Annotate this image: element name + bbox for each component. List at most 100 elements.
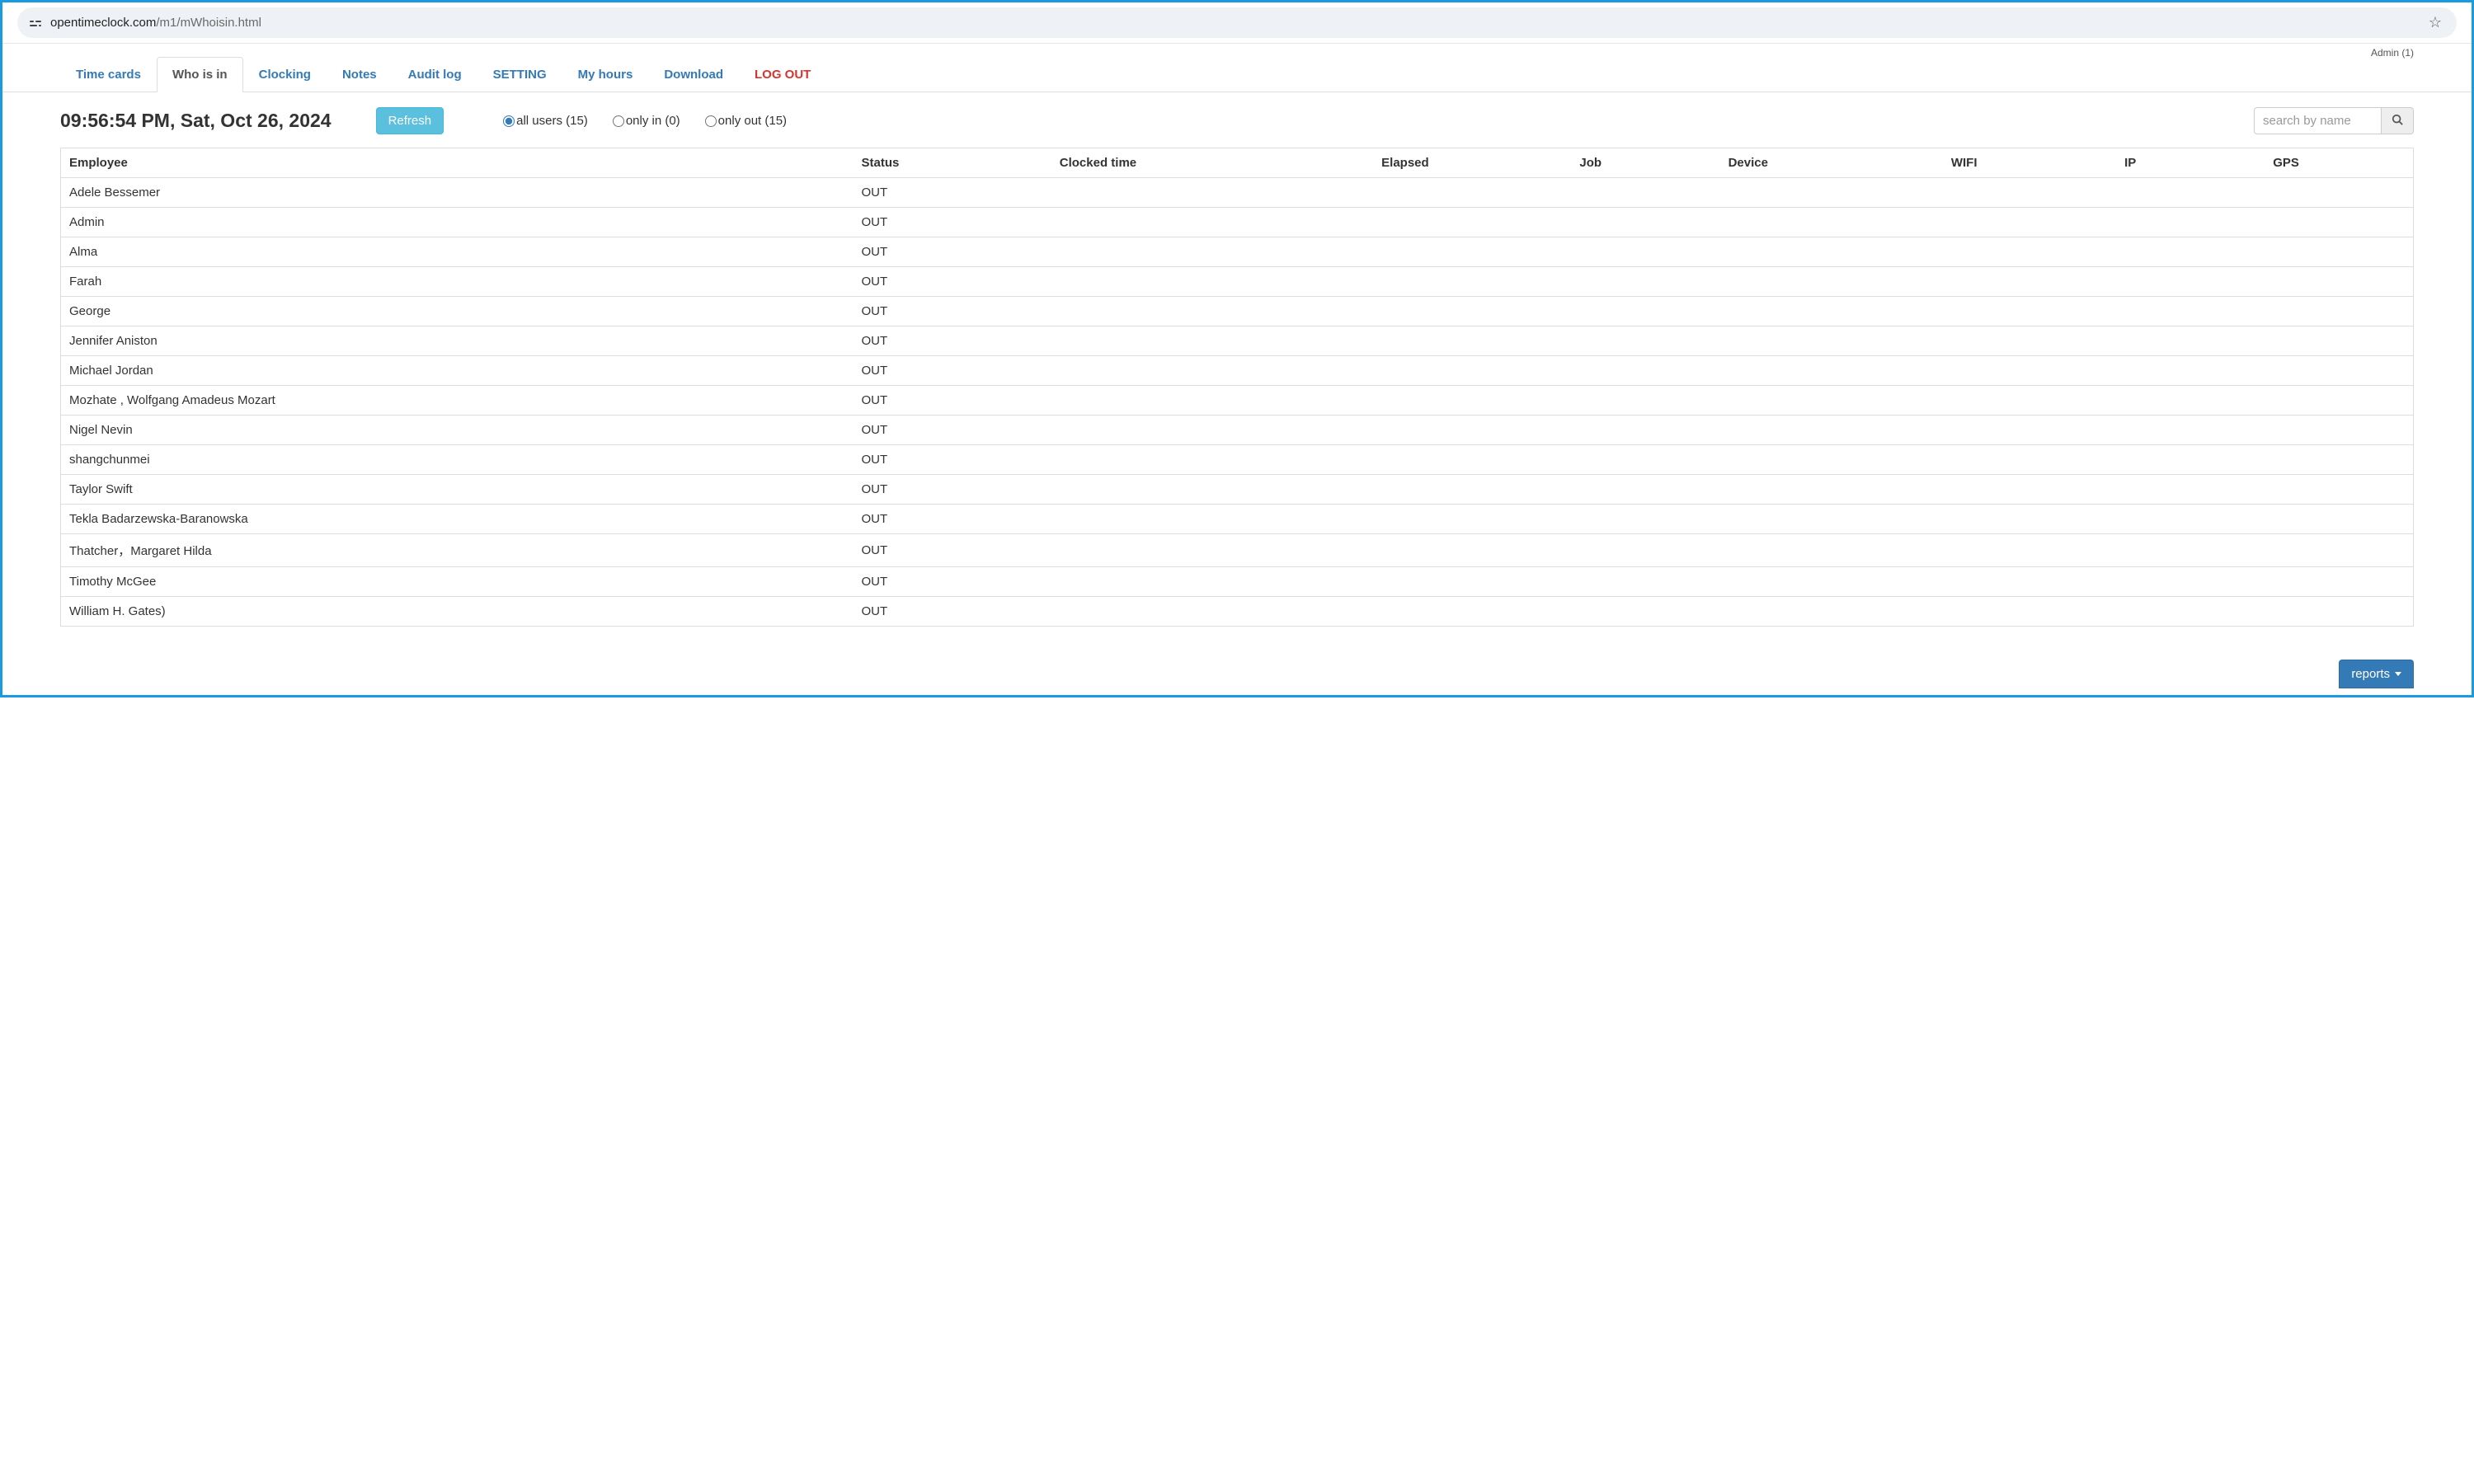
tab-audit-log[interactable]: Audit log [393, 57, 477, 92]
cell-ip [2116, 267, 2265, 297]
col-header-job[interactable]: Job [1571, 148, 1719, 178]
cell-job [1571, 237, 1719, 267]
cell-gps [2265, 475, 2413, 505]
tab-clocking[interactable]: Clocking [243, 57, 327, 92]
filter-option-2[interactable]: only out (15) [705, 114, 787, 128]
filter-radio-1[interactable] [613, 115, 624, 127]
url-domain: opentimeclock.com [50, 16, 156, 30]
cell-gps [2265, 297, 2413, 326]
cell-employee: Admin [61, 208, 854, 237]
cell-ip [2116, 178, 2265, 208]
tab-setting[interactable]: SETTING [477, 57, 562, 92]
cell-device [1720, 475, 1943, 505]
cell-gps [2265, 386, 2413, 416]
tab-time-cards[interactable]: Time cards [60, 57, 157, 92]
cell-job [1571, 208, 1719, 237]
cell-job [1571, 297, 1719, 326]
cell-elapsed [1373, 178, 1571, 208]
filter-option-1[interactable]: only in (0) [613, 114, 680, 128]
cell-job [1571, 416, 1719, 445]
tab-who-is-in[interactable]: Who is in [157, 57, 243, 92]
cell-clocked_time [1051, 534, 1373, 567]
cell-device [1720, 237, 1943, 267]
site-settings-icon[interactable] [29, 16, 42, 30]
cell-wifi [1943, 416, 2116, 445]
cell-gps [2265, 445, 2413, 475]
footer-row: reports [2, 635, 2472, 695]
col-header-device[interactable]: Device [1720, 148, 1943, 178]
col-header-elapsed[interactable]: Elapsed [1373, 148, 1571, 178]
col-header-status[interactable]: Status [854, 148, 1051, 178]
cell-wifi [1943, 505, 2116, 534]
cell-ip [2116, 416, 2265, 445]
cell-job [1571, 567, 1719, 597]
cell-status: OUT [854, 445, 1051, 475]
cell-device [1720, 416, 1943, 445]
filter-radio-2[interactable] [705, 115, 717, 127]
cell-wifi [1943, 178, 2116, 208]
cell-ip [2116, 597, 2265, 627]
tab-my-hours[interactable]: My hours [562, 57, 649, 92]
filter-label-1: only in (0) [626, 114, 680, 128]
col-header-ip[interactable]: IP [2116, 148, 2265, 178]
tab-download[interactable]: Download [648, 57, 739, 92]
cell-wifi [1943, 356, 2116, 386]
cell-clocked_time [1051, 297, 1373, 326]
cell-clocked_time [1051, 505, 1373, 534]
cell-gps [2265, 178, 2413, 208]
tab-log-out[interactable]: LOG OUT [739, 57, 826, 92]
cell-ip [2116, 534, 2265, 567]
col-header-gps[interactable]: GPS [2265, 148, 2413, 178]
nav-tabs: Time cardsWho is inClockingNotesAudit lo… [2, 57, 2472, 92]
bookmark-star-icon[interactable]: ☆ [2429, 14, 2445, 31]
table-row: Nigel NevinOUT [61, 416, 2414, 445]
cell-status: OUT [854, 567, 1051, 597]
cell-clocked_time [1051, 416, 1373, 445]
cell-gps [2265, 356, 2413, 386]
cell-ip [2116, 237, 2265, 267]
cell-wifi [1943, 267, 2116, 297]
cell-elapsed [1373, 326, 1571, 356]
filter-label-0: all users (15) [516, 114, 588, 128]
table-header-row: EmployeeStatusClocked timeElapsedJobDevi… [61, 148, 2414, 178]
cell-gps [2265, 326, 2413, 356]
cell-employee: William H. Gates) [61, 597, 854, 627]
page-content: Admin (1) Time cardsWho is inClockingNot… [2, 43, 2472, 695]
col-header-clocked-time[interactable]: Clocked time [1051, 148, 1373, 178]
cell-elapsed [1373, 534, 1571, 567]
cell-wifi [1943, 297, 2116, 326]
cell-employee: Timothy McGee [61, 567, 854, 597]
cell-wifi [1943, 445, 2116, 475]
cell-ip [2116, 356, 2265, 386]
refresh-button[interactable]: Refresh [376, 107, 444, 134]
cell-status: OUT [854, 356, 1051, 386]
col-header-employee[interactable]: Employee [61, 148, 854, 178]
cell-status: OUT [854, 267, 1051, 297]
tab-notes[interactable]: Notes [327, 57, 393, 92]
cell-wifi [1943, 475, 2116, 505]
url-pill[interactable]: opentimeclock.com/m1/mWhoisin.html ☆ [17, 7, 2457, 38]
cell-job [1571, 267, 1719, 297]
table-row: Tekla Badarzewska-BaranowskaOUT [61, 505, 2414, 534]
cell-ip [2116, 505, 2265, 534]
cell-employee: Mozhate , Wolfgang Amadeus Mozart [61, 386, 854, 416]
search-button[interactable] [2382, 107, 2414, 134]
cell-clocked_time [1051, 267, 1373, 297]
cell-wifi [1943, 208, 2116, 237]
reports-button[interactable]: reports [2339, 660, 2414, 688]
cell-gps [2265, 567, 2413, 597]
search-input[interactable] [2254, 107, 2382, 134]
cell-elapsed [1373, 237, 1571, 267]
cell-status: OUT [854, 534, 1051, 567]
filter-option-0[interactable]: all users (15) [503, 114, 588, 128]
filter-label-2: only out (15) [718, 114, 787, 128]
cell-gps [2265, 534, 2413, 567]
cell-elapsed [1373, 597, 1571, 627]
cell-status: OUT [854, 326, 1051, 356]
cell-job [1571, 356, 1719, 386]
col-header-wifi[interactable]: WIFI [1943, 148, 2116, 178]
cell-elapsed [1373, 267, 1571, 297]
filter-radio-0[interactable] [503, 115, 515, 127]
url-path: /m1/mWhoisin.html [156, 16, 261, 30]
cell-elapsed [1373, 208, 1571, 237]
